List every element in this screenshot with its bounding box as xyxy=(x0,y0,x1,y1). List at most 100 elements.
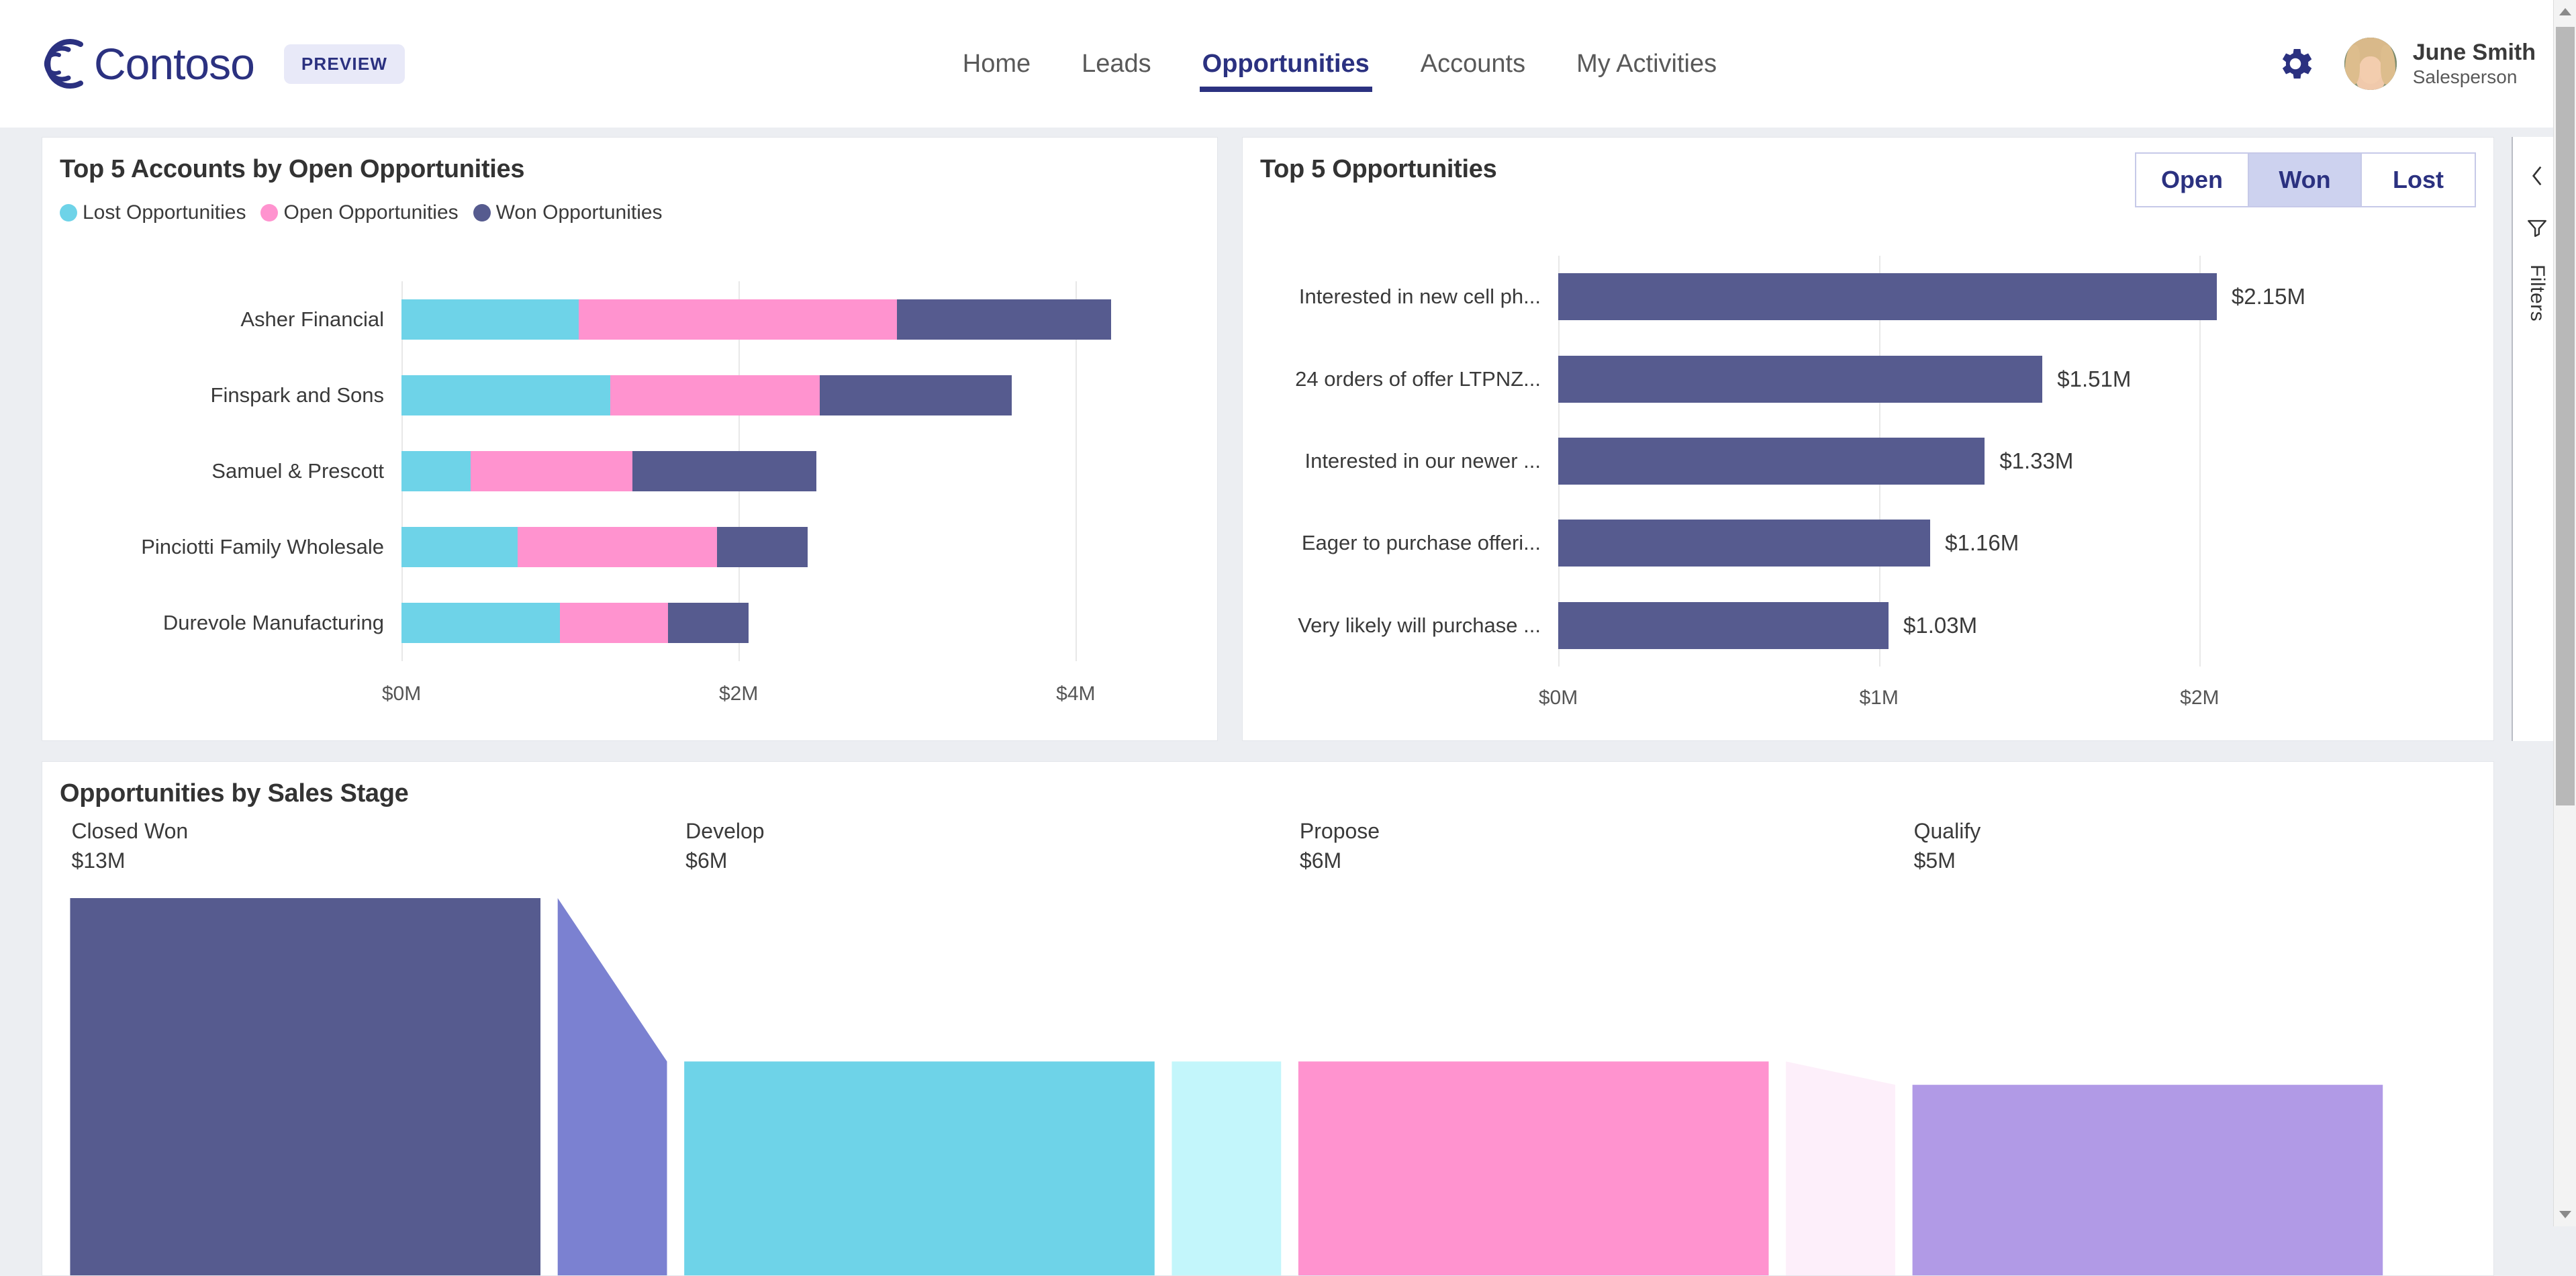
axis-tick-label: $0M xyxy=(381,683,422,705)
stacked-bar[interactable] xyxy=(401,527,808,568)
toggle-open[interactable]: Open xyxy=(2136,154,2249,206)
funnel-connector xyxy=(1786,1061,1895,1275)
bar-value-label: $1.16M xyxy=(1945,530,2019,556)
nav-item-opportunities[interactable]: Opportunities xyxy=(1177,32,1395,96)
funnel-stage-block[interactable] xyxy=(1298,1061,1769,1275)
page-scrollbar[interactable] xyxy=(2553,0,2576,1226)
dashboard-body: Top 5 Accounts by Open Opportunities Los… xyxy=(0,128,2576,1276)
card-top-opportunities: Top 5 Opportunities Open Won Lost Intere… xyxy=(1242,137,2494,741)
bar-segment[interactable] xyxy=(401,299,579,340)
funnel-stage-block[interactable] xyxy=(70,898,541,1275)
bar-segment[interactable] xyxy=(470,451,632,491)
funnel-stage-value: $6M xyxy=(1299,848,1342,873)
main-nav: Home Leads Opportunities Accounts My Act… xyxy=(937,32,1742,96)
user-menu[interactable]: June Smith Salesperson xyxy=(2344,38,2536,90)
gear-icon[interactable] xyxy=(2275,43,2316,85)
app-header: Contoso PREVIEW Home Leads Opportunities… xyxy=(0,0,2576,128)
legend-label-open: Open Opportunities xyxy=(283,201,459,224)
bar-segment[interactable] xyxy=(578,299,898,340)
funnel-connector xyxy=(557,898,667,1275)
axis-tick-label: $1M xyxy=(1859,687,1899,709)
toggle-won[interactable]: Won xyxy=(2249,154,2362,206)
nav-item-my-activities[interactable]: My Activities xyxy=(1551,32,1742,96)
funnel-stage-value: $5M xyxy=(1913,848,1956,873)
category-label: Pinciotti Family Wholesale xyxy=(141,535,384,559)
opportunity-bar[interactable] xyxy=(1558,273,2217,321)
top-row: Top 5 Accounts by Open Opportunities Los… xyxy=(42,137,2494,741)
avatar xyxy=(2344,38,2397,90)
bar-segment[interactable] xyxy=(716,527,808,568)
bar-value-label: $1.03M xyxy=(1903,612,1978,638)
funnel-stage-block[interactable] xyxy=(684,1061,1155,1275)
stacked-bar-rows: Asher Financial Finspark and Sons Samuel &… xyxy=(141,281,1177,661)
bar-segment[interactable] xyxy=(401,375,611,415)
bar-segment[interactable] xyxy=(610,375,820,415)
stacked-bar[interactable] xyxy=(401,375,1012,415)
nav-item-home[interactable]: Home xyxy=(937,32,1056,96)
opportunity-label: Very likely will purchase ... xyxy=(1298,613,1541,637)
category-label: Finspark and Sons xyxy=(210,383,384,407)
bar-segment[interactable] xyxy=(819,375,1012,415)
opportunity-bar[interactable] xyxy=(1558,601,1889,649)
funnel-stage-value: $13M xyxy=(71,848,126,873)
opportunity-row[interactable]: Interested in our newer ... $1.33M xyxy=(1304,420,2305,502)
funnel-stage-name: Develop xyxy=(685,819,765,843)
bar-segment[interactable] xyxy=(632,451,816,491)
funnel-shapes xyxy=(70,898,2383,1275)
bar-segment[interactable] xyxy=(401,527,518,568)
legend-item-won[interactable]: Won Opportunities xyxy=(473,201,663,224)
legend-item-lost[interactable]: Lost Opportunities xyxy=(60,201,246,224)
scrollbar-thumb[interactable] xyxy=(2556,27,2575,805)
opportunity-bar[interactable] xyxy=(1558,355,2043,403)
contoso-arc-icon xyxy=(44,39,83,89)
opportunity-row[interactable]: Interested in new cell ph... $2.15M xyxy=(1299,256,2305,338)
bar-segment[interactable] xyxy=(401,451,471,491)
card-title-accounts: Top 5 Accounts by Open Opportunities xyxy=(60,155,525,183)
stacked-bar-plot: Asher Financial Finspark and Sons Samuel &… xyxy=(141,281,1177,661)
opportunity-row[interactable]: Very likely will purchase ... $1.03M xyxy=(1298,585,2305,667)
stacked-bar-row[interactable]: Finspark and Sons xyxy=(211,357,1177,433)
legend-item-open[interactable]: Open Opportunities xyxy=(260,201,459,224)
opportunity-label: 24 orders of offer LTPNZ... xyxy=(1295,366,1541,391)
legend-label-won: Won Opportunities xyxy=(495,201,663,224)
legend-label-lost: Lost Opportunities xyxy=(83,201,246,224)
stacked-bar-row[interactable]: Durevole Manufacturing xyxy=(163,585,1177,661)
legend-dot-open xyxy=(260,204,279,222)
opportunity-bar[interactable] xyxy=(1558,520,1931,567)
bar-segment[interactable] xyxy=(560,603,668,644)
funnel-chart: Closed Won $13M Develop $6M Propose $6M Qualif… xyxy=(42,819,2493,1275)
stacked-bar[interactable] xyxy=(401,451,816,491)
legend-dot-won xyxy=(473,204,491,222)
dashboard-columns: Top 5 Accounts by Open Opportunities Los… xyxy=(42,137,2494,1276)
card-sales-stage-funnel: Opportunities by Sales Stage Closed Won $… xyxy=(42,761,2494,1276)
stacked-bar-row[interactable]: Samuel & Prescott xyxy=(211,433,1177,509)
bar-value-label: $1.33M xyxy=(1999,448,2074,474)
opportunity-bar-rows: Interested in new cell ph... $2.15M 24 ord… xyxy=(1295,256,2305,667)
opportunity-bar[interactable] xyxy=(1558,438,1985,485)
opportunity-row[interactable]: 24 orders of offer LTPNZ... $1.51M xyxy=(1295,338,2305,420)
brand-area: Contoso PREVIEW xyxy=(39,38,406,90)
opportunity-label: Interested in our newer ... xyxy=(1304,449,1541,473)
chevron-left-icon[interactable] xyxy=(2526,161,2548,191)
bar-segment[interactable] xyxy=(897,299,1112,340)
toggle-lost[interactable]: Lost xyxy=(2362,154,2475,206)
opportunity-label: Eager to purchase offeri... xyxy=(1301,531,1541,555)
funnel-stage-block[interactable] xyxy=(1912,1085,2383,1275)
bar-segment[interactable] xyxy=(401,603,561,644)
nav-item-accounts[interactable]: Accounts xyxy=(1395,32,1551,96)
bar-segment[interactable] xyxy=(518,527,717,568)
user-role: Salesperson xyxy=(2412,66,2518,87)
stacked-bar-row[interactable]: Asher Financial xyxy=(240,281,1177,357)
funnel-stage-name: Propose xyxy=(1299,819,1380,843)
filter-funnel-icon[interactable] xyxy=(2525,216,2549,239)
bar-segment[interactable] xyxy=(667,603,749,644)
nav-item-leads[interactable]: Leads xyxy=(1056,32,1177,96)
stacked-bar-row[interactable]: Pinciotti Family Wholesale xyxy=(141,509,1177,585)
scroll-up-button[interactable] xyxy=(2554,0,2576,23)
stacked-bar[interactable] xyxy=(401,299,1112,340)
filters-label: Filters xyxy=(2526,264,2548,322)
contoso-logo[interactable]: Contoso xyxy=(39,38,255,90)
opportunity-row[interactable]: Eager to purchase offeri... $1.16M xyxy=(1302,502,2305,584)
stacked-bar[interactable] xyxy=(401,603,749,644)
scroll-down-icon[interactable] xyxy=(2559,1211,2571,1218)
